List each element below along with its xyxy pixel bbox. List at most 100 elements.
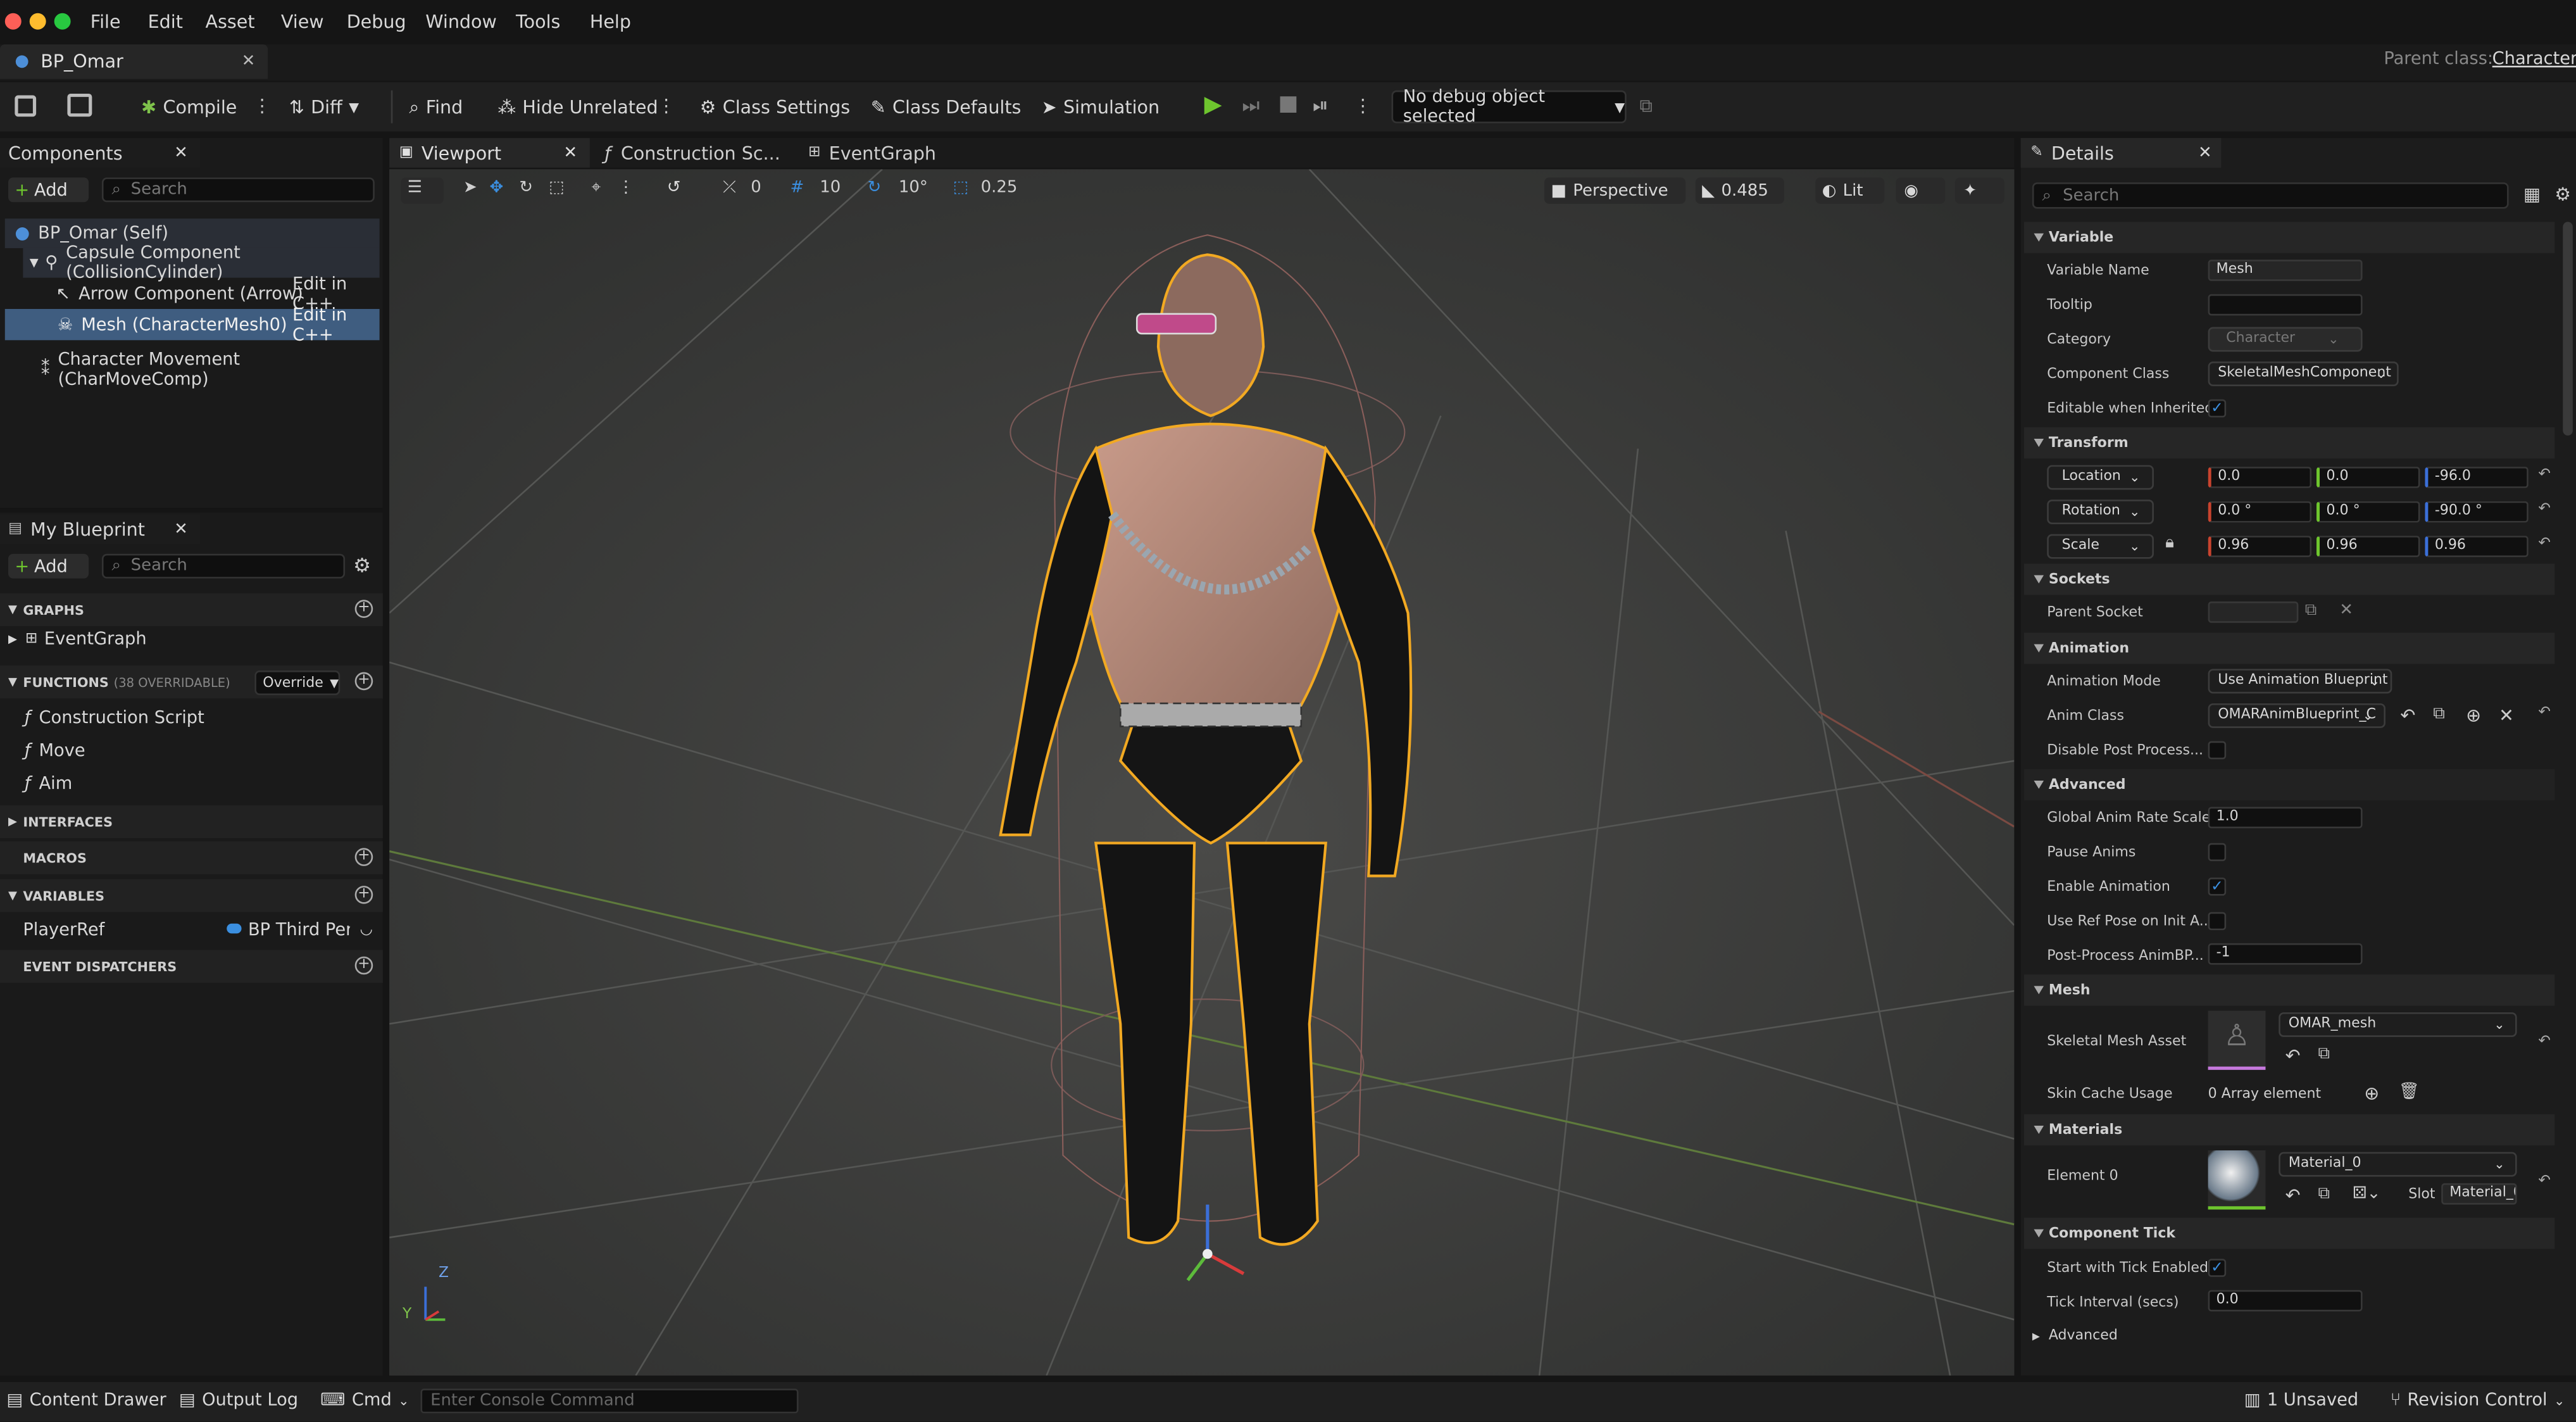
menu-debug[interactable]: Debug (347, 11, 406, 33)
anim-class-dropdown[interactable]: OMARAnimBlueprint_C ⌄ (2208, 703, 2385, 728)
eject-icon[interactable]: ⏯ (1313, 94, 1329, 118)
reset-icon[interactable]: ↶ (2538, 1034, 2551, 1050)
section-sockets[interactable]: Sockets (2023, 563, 2555, 595)
hide-unrelated-button[interactable]: ⁂ Hide Unrelated (497, 94, 658, 122)
editable-inherited-checkbox[interactable]: ✓ (2208, 399, 2227, 418)
parent-class-link[interactable]: Character (2492, 49, 2576, 69)
browse-icon[interactable]: ⧉ (2318, 1185, 2330, 1203)
menu-asset[interactable]: Asset (205, 11, 254, 33)
menu-tools[interactable]: Tools (516, 11, 560, 33)
pause-anims-checkbox[interactable] (2208, 843, 2227, 862)
component-row-movement[interactable]: ⁑ Character Movement (CharMoveComp) (41, 350, 380, 389)
scale-tool-icon[interactable]: ⬚ (549, 179, 565, 198)
browse-icon[interactable]: ⧉ (2433, 705, 2445, 724)
menu-window[interactable]: Window (425, 11, 497, 33)
revision-control-button[interactable]: ⑂ Revision Control ⌄ (2391, 1390, 2565, 1410)
menu-file[interactable]: File (91, 11, 121, 33)
menu-edit[interactable]: Edit (148, 11, 183, 33)
scale-snap-icon[interactable]: ⬚ (953, 179, 969, 198)
section-materials[interactable]: Materials (2023, 1114, 2555, 1146)
trash-icon[interactable]: 🗑︎ (2399, 1083, 2420, 1102)
function-item[interactable]: ƒ Construction Script (25, 708, 204, 728)
play-icon[interactable]: ▶ (1204, 92, 1222, 118)
section-animation-advanced[interactable]: Advanced (2023, 769, 2555, 801)
skeletal-mesh-thumbnail[interactable]: ♙ (2208, 1010, 2266, 1070)
enable-animation-checkbox[interactable]: ✓ (2208, 878, 2227, 896)
translate-tool-icon[interactable]: ✥ (490, 179, 504, 198)
diff-button[interactable]: ⇅ Diff ▼ (289, 94, 359, 122)
function-item[interactable]: ƒ Aim (25, 774, 72, 794)
browse-icon[interactable] (67, 93, 92, 117)
output-log-button[interactable]: ▤ Output Log (179, 1390, 298, 1410)
rotation-x-input[interactable]: 0.0 ° (2208, 501, 2312, 523)
rotation-mode-dropdown[interactable]: Rotation ⌄ (2047, 500, 2154, 525)
eye-icon[interactable]: ◡ (360, 922, 372, 938)
location-x-input[interactable]: 0.0 (2208, 467, 2312, 488)
use-selected-icon[interactable]: ↶ (2285, 1045, 2301, 1067)
global-anim-rate-input[interactable]: 1.0 (2208, 807, 2363, 829)
show-flags-dropdown[interactable]: ◉ (1896, 177, 1946, 204)
my-blueprint-tab[interactable]: ▤ My Blueprint ✕ (0, 514, 201, 544)
section-animation[interactable]: Animation (2023, 632, 2555, 664)
perspective-dropdown[interactable]: ■ Perspective (1544, 177, 1686, 204)
menu-view[interactable]: View (281, 11, 324, 33)
minimize-window-button[interactable] (29, 13, 46, 30)
viewport-settings-dropdown[interactable]: ✦ (1954, 177, 2004, 204)
tab-construction-script[interactable]: ƒ Construction Sc... (604, 138, 794, 168)
browse-socket-icon[interactable]: ⧉ (2305, 601, 2317, 620)
section-mesh[interactable]: Mesh (2023, 974, 2555, 1006)
scale-y-input[interactable]: 0.96 (2316, 536, 2420, 557)
close-icon[interactable]: ✕ (2198, 144, 2212, 162)
reset-icon[interactable]: ↶ (2538, 536, 2551, 552)
gear-icon[interactable]: ⚙ (353, 554, 371, 577)
simulation-button[interactable]: ➤ Simulation (1042, 94, 1160, 122)
tick-interval-input[interactable]: 0.0 (2208, 1290, 2363, 1312)
my-blueprint-search-input[interactable]: ⌕ Search (101, 553, 346, 579)
tab-viewport[interactable]: ▣ Viewport ✕ (389, 138, 590, 168)
details-tab[interactable]: ✎ Details ✕ (2020, 138, 2222, 168)
save-icon[interactable] (15, 95, 37, 117)
compile-options-icon[interactable]: ⋮ (253, 96, 272, 117)
material-thumbnail[interactable] (2208, 1150, 2266, 1210)
add-icon[interactable]: ⊕ (2364, 1083, 2379, 1105)
add-function-icon[interactable]: + (354, 672, 373, 691)
post-process-animbp-input[interactable]: -1 (2208, 943, 2363, 965)
component-row-capsule[interactable]: ▼ ⚲ Capsule Component (CollisionCylinder) (23, 243, 380, 282)
tab-event-graph[interactable]: ⊞ EventGraph (808, 138, 973, 168)
play-options-icon[interactable]: ⋮ (1354, 96, 1372, 117)
details-scrollbar[interactable] (2563, 222, 2573, 436)
add-variable-icon[interactable]: + (354, 886, 373, 904)
close-icon[interactable]: ✕ (242, 53, 256, 71)
angle-snap-icon[interactable]: ⤫ (723, 179, 736, 198)
add-member-button[interactable]: + Add (8, 553, 89, 579)
select-tool-icon[interactable]: ➤ (463, 179, 477, 198)
details-search-input[interactable]: ⌕ Search (2032, 182, 2509, 209)
category-dropdown[interactable]: Character ⌄ (2208, 327, 2363, 352)
section-transform[interactable]: Transform (2023, 427, 2555, 459)
section-variable[interactable]: Variable (2023, 222, 2555, 253)
step-icon[interactable]: ⏭ (1242, 94, 1260, 118)
add-graph-icon[interactable]: + (354, 600, 373, 618)
menu-help[interactable]: Help (590, 11, 631, 33)
close-icon[interactable]: ✕ (563, 144, 577, 162)
view-mode-dropdown[interactable]: ◐ Lit (1815, 177, 1885, 204)
rotation-z-input[interactable]: -90.0 ° (2425, 501, 2529, 523)
variable-row-playerref[interactable]: PlayerRef BP Third Pers ◡ (0, 915, 383, 945)
browse-icon[interactable]: ⧉ (2318, 1045, 2330, 1064)
slot-value[interactable]: Material_0 (2441, 1183, 2517, 1205)
material-options-icon[interactable]: ⚄⌄ (2353, 1185, 2380, 1203)
start-tick-checkbox[interactable]: ✓ (2208, 1259, 2227, 1277)
override-dropdown[interactable]: Override ▼ (254, 670, 341, 695)
viewport[interactable]: Z Y (389, 169, 2015, 1376)
section-component-tick[interactable]: Component Tick (2023, 1218, 2555, 1249)
add-component-button[interactable]: + Add (8, 177, 89, 203)
scale-z-input[interactable]: 0.96 (2425, 536, 2529, 557)
close-window-button[interactable] (4, 13, 22, 30)
scale-x-input[interactable]: 0.96 (2208, 536, 2312, 557)
close-icon[interactable]: ✕ (174, 144, 188, 162)
component-class-dropdown[interactable]: SkeletalMeshComponent ⌄ (2208, 362, 2399, 386)
coordinate-system-icon[interactable]: ⌖ (591, 179, 601, 198)
location-y-input[interactable]: 0.0 (2316, 467, 2420, 488)
compile-button[interactable]: ✱ Compile (141, 94, 237, 122)
document-tab-bp-omar[interactable]: ● BP_Omar ✕ (0, 44, 268, 79)
